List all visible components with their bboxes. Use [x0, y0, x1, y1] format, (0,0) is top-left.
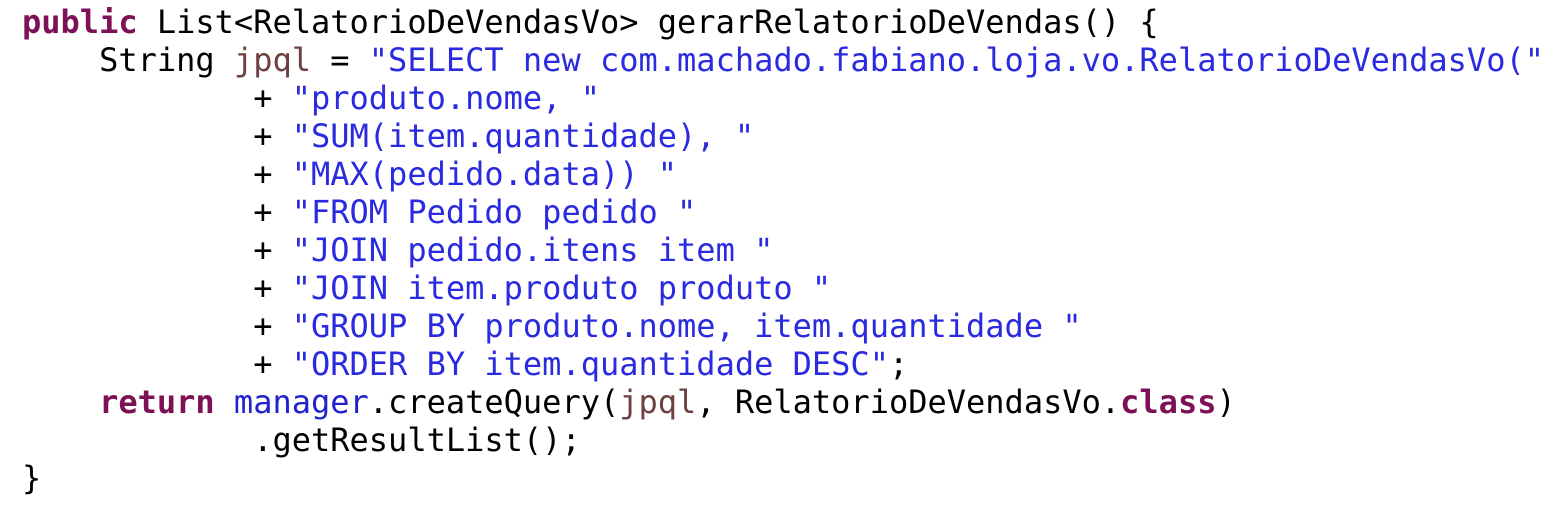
code-token-plain: , RelatorioDeVendasVo.	[696, 383, 1121, 421]
code-token-keyword: public	[22, 3, 138, 41]
code-token-local: jpql	[619, 383, 697, 421]
code-token-local: jpql	[233, 41, 311, 79]
code-line: }	[22, 459, 1544, 497]
code-token-string: "FROM Pedido pedido "	[291, 193, 697, 231]
code-token-string: "JOIN pedido.itens item "	[291, 231, 774, 269]
code-token-plain: }	[22, 459, 42, 497]
code-line: String jpql = "SELECT new com.machado.fa…	[22, 41, 1544, 79]
code-line: + "SUM(item.quantidade), "	[22, 117, 1544, 155]
code-token-plain: )	[1216, 383, 1236, 421]
code-token-plain: String	[22, 41, 234, 79]
code-line: + "GROUP BY produto.nome, item.quantidad…	[22, 307, 1544, 345]
code-line: + "FROM Pedido pedido "	[22, 193, 1544, 231]
code-token-string: "SELECT new com.machado.fabiano.loja.vo.…	[368, 41, 1544, 79]
code-line: + "JOIN pedido.itens item "	[22, 231, 1544, 269]
code-token-string: "SUM(item.quantidade), "	[291, 117, 755, 155]
code-token-keyword: class	[1120, 383, 1217, 421]
code-token-string: "ORDER BY item.quantidade DESC"	[291, 345, 889, 383]
code-token-plain: +	[22, 79, 292, 117]
code-token-plain: .createQuery(	[368, 383, 620, 421]
code-token-plain: ;	[888, 345, 909, 383]
code-token-plain: +	[22, 193, 292, 231]
code-token-string: "produto.nome, "	[291, 79, 600, 117]
code-token-string: "GROUP BY produto.nome, item.quantidade …	[291, 307, 1082, 345]
code-block[interactable]: public List<RelatorioDeVendasVo> gerarRe…	[22, 3, 1544, 497]
code-token-plain: +	[22, 269, 292, 307]
code-token-plain: List<RelatorioDeVendasVo> gerarRelatorio…	[137, 3, 1159, 41]
code-token-plain: +	[22, 345, 292, 383]
code-line: + "ORDER BY item.quantidade DESC";	[22, 345, 1544, 383]
code-token-plain: +	[22, 231, 292, 269]
code-token-plain: =	[310, 41, 369, 79]
code-token-plain: +	[22, 117, 292, 155]
code-line: + "produto.nome, "	[22, 79, 1544, 117]
code-line: + "MAX(pedido.data)) "	[22, 155, 1544, 193]
code-line: .getResultList();	[22, 421, 1544, 459]
code-token-plain: +	[22, 155, 292, 193]
code-token-plain: .getResultList();	[22, 421, 581, 459]
code-token-string: "JOIN item.produto produto "	[291, 269, 832, 307]
code-token-keyword: return	[99, 383, 215, 421]
code-line: + "JOIN item.produto produto "	[22, 269, 1544, 307]
code-token-plain: +	[22, 307, 292, 345]
code-token-field: manager	[233, 383, 369, 421]
code-line: public List<RelatorioDeVendasVo> gerarRe…	[22, 3, 1544, 41]
code-line: return manager.createQuery(jpql, Relator…	[22, 383, 1544, 421]
code-token-string: "MAX(pedido.data)) "	[291, 155, 678, 193]
